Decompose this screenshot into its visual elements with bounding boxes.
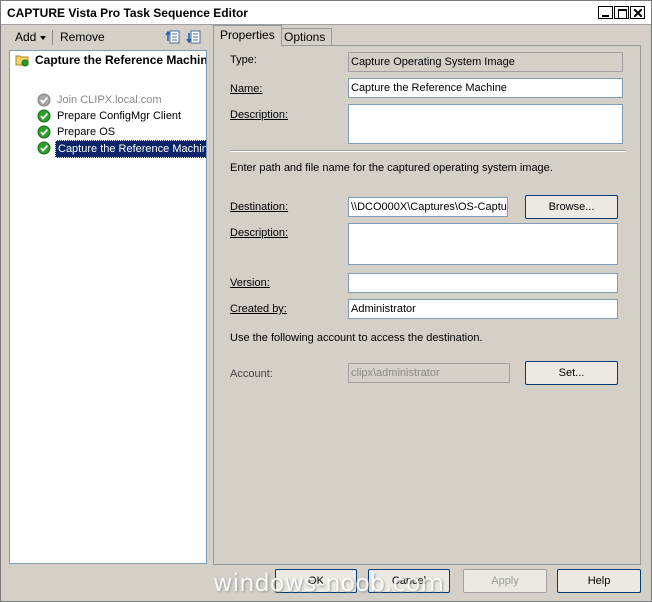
maximize-button[interactable] bbox=[614, 6, 629, 19]
title-bar: CAPTURE Vista Pro Task Sequence Editor bbox=[1, 1, 651, 25]
tree-toolbar: Add Remove bbox=[9, 26, 207, 48]
account-field: clipx\administrator bbox=[348, 363, 510, 383]
close-icon bbox=[634, 9, 642, 17]
type-label: Type: bbox=[230, 54, 257, 66]
set-account-button[interactable]: Set... bbox=[525, 361, 618, 385]
add-label: Add bbox=[15, 30, 37, 44]
tab-properties[interactable]: Properties bbox=[213, 25, 282, 46]
created-by-label: Created by: bbox=[230, 303, 287, 315]
tree-item-label: Prepare ConfigMgr Client bbox=[57, 110, 182, 122]
task-sequence-editor-window: CAPTURE Vista Pro Task Sequence Editor A… bbox=[0, 0, 652, 602]
destination-input[interactable]: \\DCO000X\Captures\OS-Captur bbox=[348, 197, 508, 217]
move-up-icon[interactable] bbox=[165, 29, 181, 45]
remove-button[interactable]: Remove bbox=[60, 28, 105, 46]
destination-label: Destination: bbox=[230, 201, 289, 213]
image-description-textarea[interactable] bbox=[348, 223, 618, 265]
apply-button: Apply bbox=[463, 569, 547, 593]
tree-root-label: Capture the Reference Machine bbox=[35, 53, 207, 67]
tab-options[interactable]: Options bbox=[277, 28, 333, 46]
tree-item-label: Capture the Reference Machine bbox=[55, 140, 206, 158]
browse-button[interactable]: Browse... bbox=[525, 195, 618, 219]
version-input[interactable] bbox=[348, 273, 618, 293]
add-button[interactable]: Add bbox=[15, 28, 47, 46]
type-field: Capture Operating System Image bbox=[348, 52, 623, 72]
minimize-button[interactable] bbox=[598, 6, 613, 19]
close-button[interactable] bbox=[630, 6, 645, 19]
window-title: CAPTURE Vista Pro Task Sequence Editor bbox=[7, 6, 248, 20]
tree-item-label: Prepare OS bbox=[57, 126, 116, 138]
check-disabled-icon bbox=[37, 93, 51, 107]
description-label: Description: bbox=[230, 109, 289, 121]
account-instruction: Use the following account to access the … bbox=[230, 332, 483, 344]
help-button[interactable]: Help bbox=[557, 569, 641, 593]
destination-instruction: Enter path and file name for the capture… bbox=[230, 162, 553, 174]
tree-item-label: Join CLIPX.local.com bbox=[57, 94, 162, 106]
check-icon bbox=[37, 141, 51, 155]
version-label: Version: bbox=[230, 277, 270, 289]
account-label: Account: bbox=[230, 368, 273, 380]
task-sequence-pane: Add Remove Capture the Reference Machine… bbox=[9, 26, 207, 566]
image-description-label: Description: bbox=[230, 227, 289, 239]
check-icon bbox=[37, 125, 51, 139]
section-divider bbox=[230, 150, 626, 152]
name-input[interactable]: Capture the Reference Machine bbox=[348, 78, 623, 98]
task-sequence-tree[interactable]: Capture the Reference Machine Join CLIPX… bbox=[9, 50, 207, 564]
watermark-text: windows-noob.com bbox=[213, 569, 444, 597]
chevron-down-icon bbox=[40, 35, 47, 40]
move-down-icon[interactable] bbox=[186, 29, 202, 45]
description-textarea[interactable] bbox=[348, 104, 623, 144]
check-icon bbox=[37, 109, 51, 123]
created-by-input[interactable]: Administrator bbox=[348, 299, 618, 319]
toolbar-divider bbox=[52, 30, 53, 45]
name-label: Name: bbox=[230, 83, 263, 95]
folder-icon bbox=[15, 55, 29, 67]
